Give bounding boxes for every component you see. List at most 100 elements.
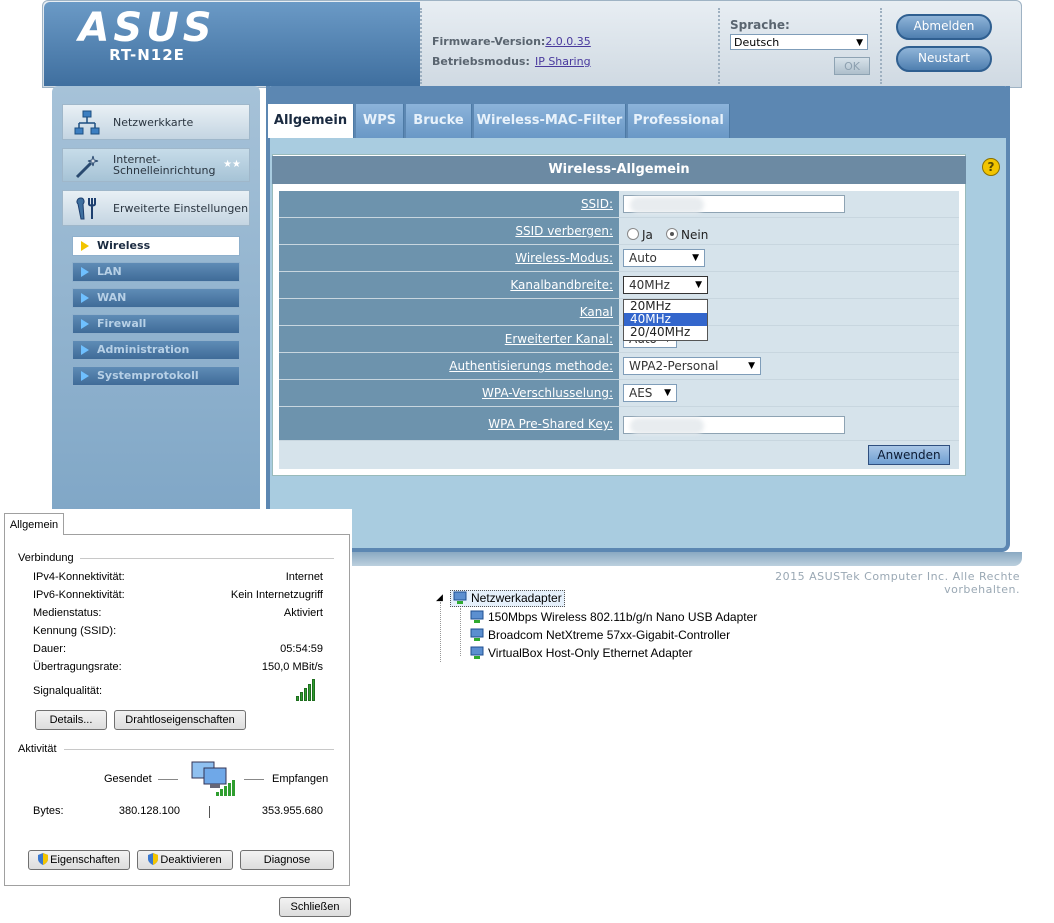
- nav-sub-label: Firewall: [97, 317, 147, 330]
- device-manager-tree: ◢ Netzwerkadapter 150Mbps Wireless 802.1…: [430, 588, 780, 668]
- tree-root-network-adapters[interactable]: Netzwerkadapter: [450, 590, 565, 607]
- restart-button[interactable]: Neustart: [896, 46, 992, 72]
- nav-network-map-label: Netzwerkkarte: [113, 115, 194, 129]
- bytes-sent-value: 380.128.100: [118, 805, 180, 817]
- firmware-info: Firmware-Version:2.0.0.35: [432, 30, 591, 49]
- radio-yes-label: Ja: [642, 227, 653, 242]
- channel-label: Kanal: [279, 299, 619, 325]
- encryption-select[interactable]: AES ▼: [623, 384, 677, 402]
- ipv4-label: IPv4-Konnektivität:: [33, 571, 125, 583]
- arrow-right-icon: [81, 319, 89, 329]
- auth-method-select[interactable]: WPA2-Personal ▼: [623, 357, 761, 375]
- media-status-label: Medienstatus:: [33, 607, 102, 619]
- bytes-divider: [209, 806, 210, 818]
- apply-row: [279, 441, 959, 469]
- apply-button[interactable]: Anwenden: [868, 445, 950, 465]
- nav-quick-setup-label: Internet- Schnelleinrichtung: [113, 153, 216, 177]
- properties-button[interactable]: Eigenschaften: [28, 850, 130, 870]
- tab-professional[interactable]: Professional: [628, 104, 730, 138]
- nav-sub-label: Systemprotokoll: [97, 369, 199, 382]
- help-icon[interactable]: ?: [982, 158, 1000, 176]
- ssid-input[interactable]: [623, 195, 845, 213]
- model-name: RT-N12E: [109, 46, 185, 64]
- row-bandwidth: Kanalbandbreite: 40MHz ▼: [279, 272, 959, 299]
- nav-sub-lan[interactable]: LAN: [72, 262, 240, 282]
- nav-sub-administration[interactable]: Administration: [72, 340, 240, 360]
- bandwidth-dropdown-list[interactable]: 20MHz 40MHz 20/40MHz: [623, 299, 708, 341]
- ipv6-label: IPv6-Konnektivität:: [33, 589, 125, 601]
- chevron-down-icon: ▼: [692, 253, 699, 263]
- tree-item-adapter[interactable]: VirtualBox Host-Only Ethernet Adapter: [470, 646, 693, 661]
- tab-bridge[interactable]: Brucke: [406, 104, 472, 138]
- nav-quick-setup[interactable]: Internet- Schnelleinrichtung ★★: [62, 148, 250, 182]
- redacted-value: [630, 418, 704, 434]
- sent-line: [158, 779, 178, 780]
- tab-general-dialog[interactable]: Allgemein: [4, 513, 64, 535]
- bytes-label: Bytes:: [33, 805, 64, 817]
- header-divider: [718, 8, 720, 84]
- option-20-40mhz[interactable]: 20/40MHz: [624, 326, 707, 339]
- language-ok-button[interactable]: OK: [834, 57, 870, 75]
- disable-button[interactable]: Deaktivieren: [137, 850, 233, 870]
- tree-item-label: Broadcom NetXtreme 57xx-Gigabit-Controll…: [488, 628, 731, 642]
- magic-wand-icon: [75, 155, 99, 179]
- details-button[interactable]: Details...: [35, 710, 107, 730]
- group-divider: [64, 749, 334, 750]
- psk-input[interactable]: [623, 416, 845, 434]
- nav-sub-wireless[interactable]: Wireless: [72, 236, 240, 256]
- row-encryption: WPA-Verschlusselung: AES ▼: [279, 380, 959, 407]
- nav-sub-label: Administration: [97, 343, 190, 356]
- tree-item-adapter[interactable]: 150Mbps Wireless 802.11b/g/n Nano USB Ad…: [470, 610, 757, 625]
- sent-label: Gesendet: [104, 773, 152, 785]
- row-hide-ssid: SSID verbergen: Ja Nein: [279, 218, 959, 245]
- rate-value: 150,0 MBit/s: [261, 661, 323, 673]
- hide-ssid-label: SSID verbergen:: [279, 218, 619, 244]
- tree-line: [460, 608, 462, 656]
- arrow-right-icon: [81, 371, 89, 381]
- ssid-dialog-label: Kennung (SSID):: [33, 625, 117, 637]
- language-select[interactable]: Deutsch ▼: [730, 34, 868, 50]
- ext-channel-label: Erweiterter Kanal:: [279, 326, 619, 352]
- disable-button-label: Deaktivieren: [160, 854, 222, 866]
- nav-network-map[interactable]: Netzwerkkarte: [62, 104, 250, 140]
- nav-sub-firewall[interactable]: Firewall: [72, 314, 240, 334]
- arrow-right-icon: [81, 241, 89, 251]
- row-channel: Kanal: [279, 299, 959, 326]
- psk-label: WPA Pre-Shared Key:: [279, 407, 619, 440]
- wireless-properties-button[interactable]: Drahtloseigenschaften: [114, 710, 246, 730]
- logout-button[interactable]: Abmelden: [896, 14, 992, 40]
- nav-advanced-settings[interactable]: Erweiterte Einstellungen: [62, 190, 250, 226]
- hide-ssid-no-radio[interactable]: [666, 227, 678, 240]
- nav-sub-label: Wireless: [97, 239, 151, 252]
- bytes-received-value: 353.955.680: [261, 805, 323, 817]
- nav-sub-wan[interactable]: WAN: [72, 288, 240, 308]
- properties-button-label: Eigenschaften: [50, 854, 120, 866]
- nav-sub-label: LAN: [97, 265, 122, 278]
- close-button[interactable]: Schließen: [279, 897, 351, 917]
- hide-ssid-yes-radio[interactable]: [627, 227, 639, 240]
- mode-link[interactable]: IP Sharing: [535, 55, 591, 68]
- network-map-icon: [74, 110, 100, 135]
- row-ssid: SSID:: [279, 191, 959, 218]
- tree-item-label: 150Mbps Wireless 802.11b/g/n Nano USB Ad…: [488, 610, 758, 624]
- header-divider: [420, 8, 422, 84]
- tab-wps[interactable]: WPS: [356, 104, 404, 138]
- bandwidth-select[interactable]: 40MHz ▼: [623, 276, 708, 294]
- ipv4-value: Internet: [285, 571, 323, 583]
- group-divider: [80, 558, 334, 559]
- ssid-label: SSID:: [279, 191, 619, 217]
- tree-item-adapter[interactable]: Broadcom NetXtreme 57xx-Gigabit-Controll…: [470, 628, 730, 643]
- tree-line: [440, 602, 442, 662]
- network-computers-icon: [191, 761, 235, 796]
- firmware-link[interactable]: 2.0.0.35: [545, 35, 590, 48]
- wireless-mode-select[interactable]: Auto ▼: [623, 249, 705, 267]
- row-ext-channel: Erweiterter Kanal: Auto▼: [279, 326, 959, 353]
- tab-general[interactable]: Allgemein: [268, 104, 354, 138]
- row-auth-method: Authentisierungs methode: WPA2-Personal ▼: [279, 353, 959, 380]
- tab-mac-filter[interactable]: Wireless-MAC-Filter: [474, 104, 626, 138]
- nav-sub-system-log[interactable]: Systemprotokoll: [72, 366, 240, 386]
- connection-group-label: Verbindung: [18, 552, 74, 564]
- diagnose-button[interactable]: Diagnose: [240, 850, 334, 870]
- encryption-label: WPA-Verschlusselung:: [279, 380, 619, 406]
- network-adapter-icon: [470, 628, 484, 641]
